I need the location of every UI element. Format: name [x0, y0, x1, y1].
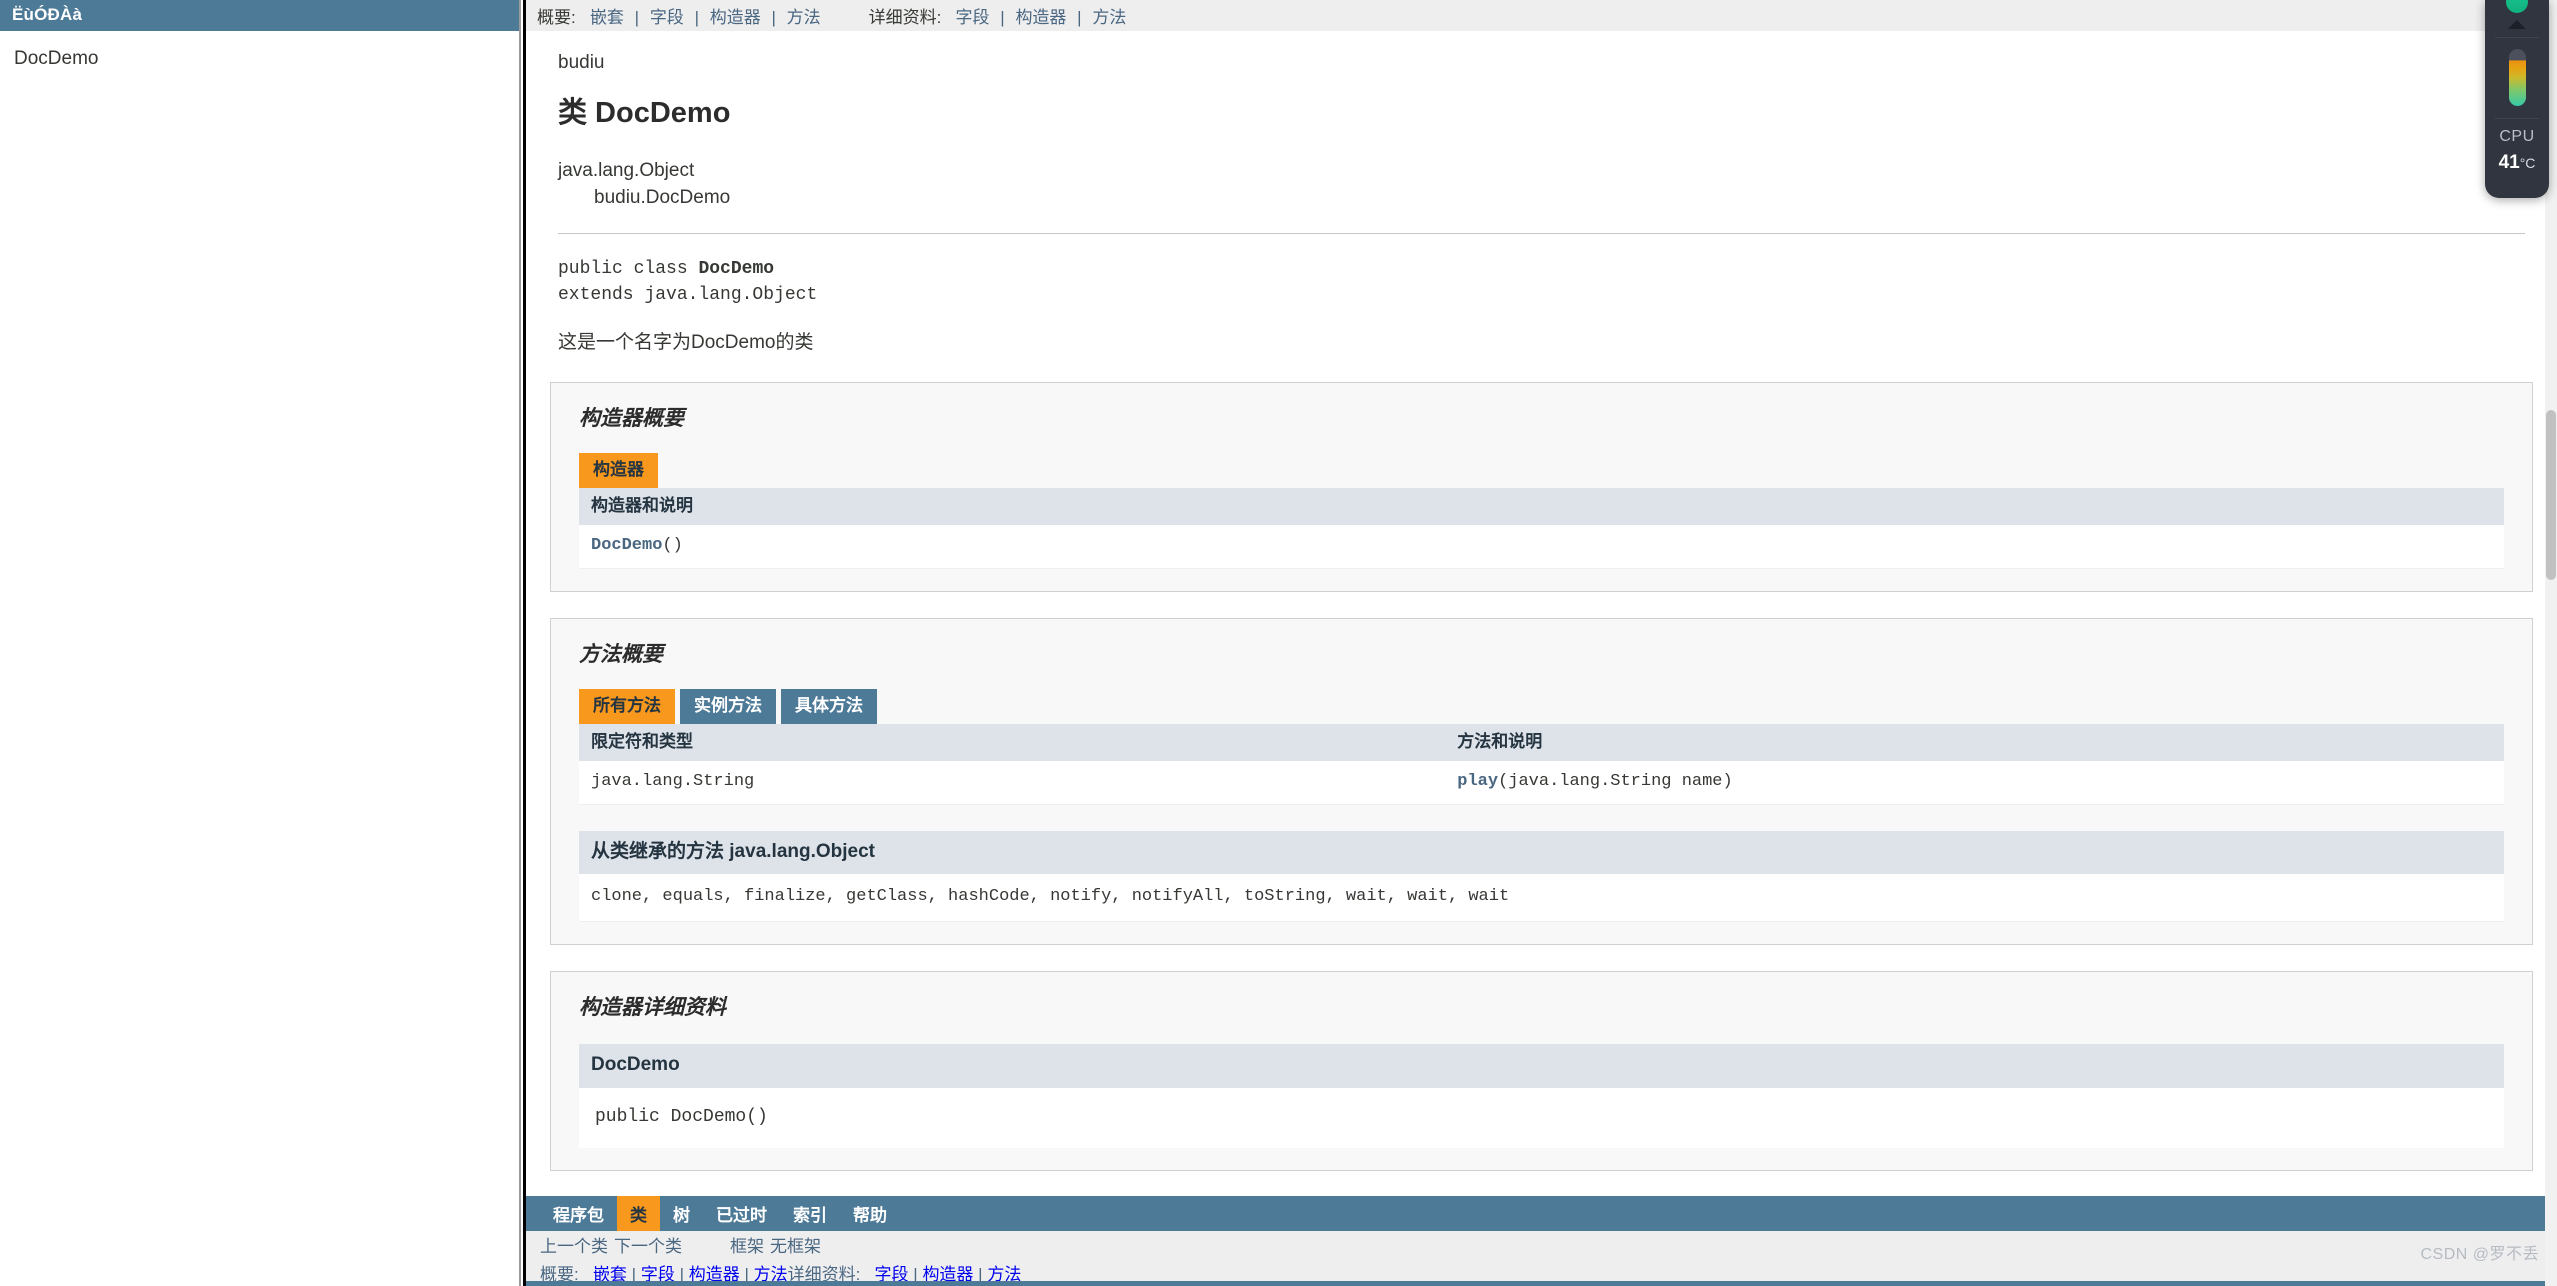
constructor-detail-body: public DocDemo() [579, 1088, 2504, 1148]
inheritance-tree: java.lang.Object budiu.DocDemo [558, 157, 2557, 211]
inheritance-current: budiu.DocDemo [594, 187, 731, 208]
scrollbar-thumb[interactable] [2546, 410, 2556, 580]
table-header-row: 构造器和说明 [579, 488, 2504, 525]
nav-package[interactable]: 程序包 [540, 1196, 617, 1231]
top-subnav-detail-constructor-link[interactable]: 构造器 [1015, 8, 1066, 27]
col-method-and-description: 方法和说明 [1445, 724, 2504, 761]
screenshot-root: ËùÓĐÀà DocDemo 概要: 嵌套 | 字段 | 构造器 | 方法 详细… [0, 0, 2557, 1286]
cpu-temperature-value: 41 [2498, 152, 2520, 173]
nav-index[interactable]: 索引 [780, 1196, 840, 1231]
nav-deprecated[interactable]: 已过时 [703, 1196, 780, 1231]
constructor-cell: DocDemo() [579, 525, 2504, 569]
bottom-accent-strip [526, 1281, 2557, 1286]
cpu-temperature-unit: °C [2519, 155, 2536, 171]
constructor-link[interactable]: DocDemo [591, 536, 662, 555]
cpu-temperature: 41°C [2499, 152, 2536, 174]
prev-class-link[interactable]: 上一个类 [540, 1232, 614, 1257]
method-signature-cell: play(java.lang.String name) [1445, 761, 2504, 805]
widget-divider-2 [2495, 118, 2539, 119]
tab-instance-methods[interactable]: 实例方法 [680, 689, 776, 724]
inheritance-root: java.lang.Object [558, 160, 695, 181]
chevron-up-icon[interactable] [2508, 20, 2526, 29]
subnav-sep-3: | [771, 8, 776, 27]
declaration-prefix: public class [558, 259, 699, 279]
constructor-summary-table: 构造器和说明 DocDemo() [579, 488, 2504, 569]
class-doc-frame: 概要: 嵌套 | 字段 | 构造器 | 方法 详细资料: 字段 | 构造器 | … [523, 0, 2557, 1286]
all-classes-title: ËùÓĐÀà [0, 0, 519, 31]
constructor-detail-name: DocDemo [579, 1044, 2504, 1088]
nav-class[interactable]: 类 [617, 1196, 660, 1231]
cpu-monitor-widget[interactable]: CPU 41°C [2485, 0, 2549, 198]
top-subnav-summary-label: 概要: [537, 8, 576, 27]
class-header: budiu 类 DocDemo java.lang.Object budiu.D… [526, 31, 2557, 211]
header-divider [558, 233, 2525, 234]
top-subnav-field-link[interactable]: 字段 [650, 8, 684, 27]
doc-content: budiu 类 DocDemo java.lang.Object budiu.D… [526, 31, 2557, 1174]
page-scrollbar[interactable] [2545, 0, 2557, 1286]
constructor-detail-section: 构造器详细资料 DocDemo public DocDemo() [550, 971, 2533, 1171]
method-return-type: java.lang.String [579, 761, 1446, 805]
status-dot-icon [2506, 0, 2528, 13]
nav-help[interactable]: 帮助 [840, 1196, 900, 1231]
top-subnav-summary-group: 概要: 嵌套 | 字段 | 构造器 | 方法 [537, 3, 821, 28]
declaration-class-name: DocDemo [698, 259, 775, 279]
top-subnav-detail-field-link[interactable]: 字段 [956, 8, 990, 27]
top-subnav-detail-label: 详细资料: [868, 8, 942, 27]
top-subnav-detail-method-link[interactable]: 方法 [1092, 8, 1126, 27]
widget-divider [2495, 37, 2539, 38]
constructor-summary-tabs: 构造器 [579, 453, 2518, 488]
table-header-row: 限定符和类型 方法和说明 [579, 724, 2504, 761]
noframes-link[interactable]: 无框架 [770, 1232, 827, 1257]
top-subnav-constructor-link[interactable]: 构造器 [710, 8, 761, 27]
inherited-methods-class-link[interactable]: java.lang.Object [729, 841, 875, 862]
constructor-detail-title: 构造器详细资料 [579, 996, 726, 1019]
csdn-watermark: CSDN @罗不丢 [2420, 1246, 2539, 1263]
inherited-methods-prefix: 从类继承的方法 [591, 841, 730, 862]
tab-constructor[interactable]: 构造器 [579, 453, 658, 488]
method-summary-title: 方法概要 [579, 643, 663, 666]
method-summary-table: 限定符和类型 方法和说明 java.lang.String play(java.… [579, 724, 2504, 805]
all-classes-list: DocDemo [0, 31, 519, 73]
constructor-summary-section: 构造器概要 构造器 构造器和说明 DocDemo() [550, 382, 2533, 592]
top-subnav-method-link[interactable]: 方法 [787, 8, 821, 27]
class-declaration: public class DocDemo extends java.lang.O… [558, 256, 2557, 308]
next-class-link[interactable]: 下一个类 [614, 1232, 688, 1257]
all-classes-frame: ËùÓĐÀà DocDemo [0, 0, 521, 1286]
page-title: 类 DocDemo [558, 97, 731, 129]
declaration-extends: extends java.lang.Object [558, 285, 818, 305]
package-name: budiu [558, 52, 605, 73]
top-subnav-nested-link[interactable]: 嵌套 [590, 8, 624, 27]
frames-link[interactable]: 框架 [730, 1232, 770, 1257]
constructor-detail-signature: public DocDemo() [595, 1107, 768, 1127]
method-summary-section: 方法概要 所有方法 实例方法 具体方法 限定符和类型 方法和说明 java.la… [550, 618, 2533, 945]
table-row: java.lang.String play(java.lang.String n… [579, 761, 2504, 805]
inherited-methods-heading: 从类继承的方法 java.lang.Object [579, 831, 2504, 874]
cpu-label: CPU [2499, 128, 2535, 145]
bottom-navbar: 程序包 类 树 已过时 索引 帮助 [526, 1196, 2557, 1231]
subnav-sep-1: | [634, 8, 640, 27]
table-row: DocDemo() [579, 525, 2504, 569]
class-list-item-docdemo[interactable]: DocDemo [10, 45, 519, 73]
top-subnav: 概要: 嵌套 | 字段 | 构造器 | 方法 详细资料: 字段 | 构造器 | … [523, 0, 2557, 31]
class-description: 这是一个名字为DocDemo的类 [558, 332, 814, 353]
bottom-prev-next-bar: 上一个类 下一个类 框架 无框架 [526, 1231, 2557, 1258]
subnav-sep-5: | [1077, 8, 1082, 27]
tab-concrete-methods[interactable]: 具体方法 [781, 689, 877, 724]
tab-all-methods[interactable]: 所有方法 [579, 689, 675, 724]
inherited-methods-list[interactable]: clone, equals, finalize, getClass, hashC… [579, 874, 2504, 922]
method-link[interactable]: play [1457, 772, 1498, 791]
nav-tree[interactable]: 树 [660, 1196, 703, 1231]
cpu-temperature-gauge [2508, 49, 2526, 106]
constructor-args: () [662, 536, 683, 555]
subnav-sep-2: | [694, 8, 699, 27]
constructor-summary-title: 构造器概要 [579, 407, 684, 430]
method-args: (java.lang.String name) [1498, 772, 1733, 791]
subnav-sep-4: | [1000, 8, 1005, 27]
top-subnav-detail-group: 详细资料: 字段 | 构造器 | 方法 [869, 3, 1127, 28]
col-modifier-and-type: 限定符和类型 [579, 724, 1446, 761]
method-summary-tabs: 所有方法 实例方法 具体方法 [579, 689, 2518, 724]
col-constructor-and-description: 构造器和说明 [579, 488, 2504, 525]
